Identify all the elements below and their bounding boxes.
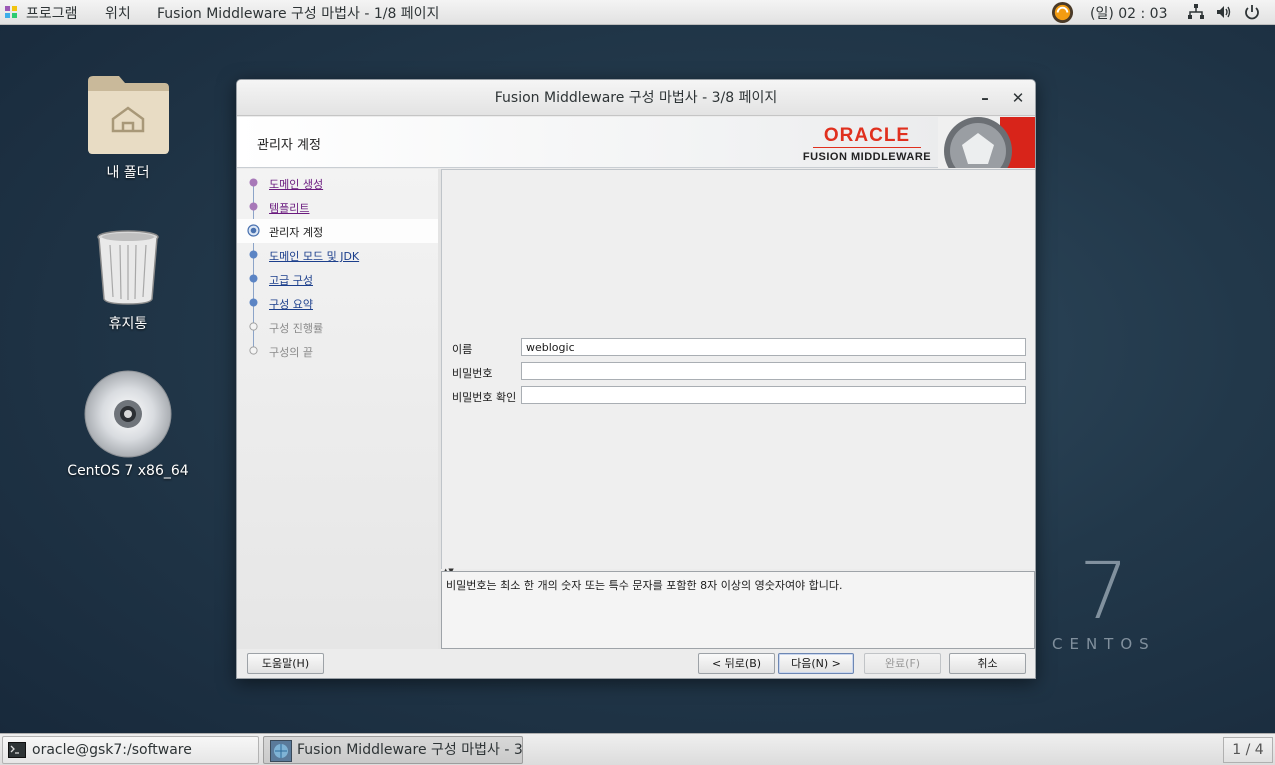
nav-step-label: 관리자 계정: [269, 226, 324, 239]
step-visited-icon: [249, 202, 258, 211]
close-button[interactable]: ✕: [1008, 88, 1028, 108]
desktop-icon-label: CentOS 7 x86_64: [67, 463, 189, 479]
power-icon[interactable]: [1243, 3, 1261, 21]
desktop-icon-label: 휴지통: [108, 316, 148, 332]
home-folder-icon: [88, 76, 169, 154]
nav-step-config-progress: 구성 진행률: [237, 315, 438, 339]
help-button[interactable]: 도움말(H): [247, 653, 324, 674]
wizard-step-nav: 도메인 생성 템플리트 관리자 계정 도메인 모드 및 JDK 고급 구성 구성…: [237, 169, 438, 649]
step-visited-icon: [249, 178, 258, 187]
message-pane: 비밀번호는 최소 한 개의 숫자 또는 특수 문자를 포함한 8자 이상의 영숫…: [441, 571, 1035, 649]
nav-step-config-summary[interactable]: 구성 요약: [237, 291, 438, 315]
nav-step-config-end: 구성의 끝: [237, 339, 438, 363]
places-menu[interactable]: 위치: [105, 3, 131, 23]
window-titlebar[interactable]: Fusion Middleware 구성 마법사 - 3/8 페이지 – ✕: [237, 80, 1035, 116]
taskbar-item-wizard[interactable]: Fusion Middleware 구성 마법사 - 3/…: [263, 736, 523, 764]
nav-step-admin-account[interactable]: 관리자 계정: [237, 219, 438, 243]
desktop-dvd[interactable]: CentOS 7 x86_64: [58, 368, 198, 483]
admin-account-form: 이름 비밀번호 비밀번호 확인: [441, 169, 1035, 569]
confirm-password-field[interactable]: [521, 386, 1026, 404]
desktop-icon-label: 내 폴더: [106, 165, 150, 181]
logo-rule: [813, 147, 921, 148]
bottom-taskbar: oracle@gsk7:/software Fusion Middleware …: [0, 733, 1275, 765]
active-window-title[interactable]: Fusion Middleware 구성 마법사 - 1/8 페이지: [157, 3, 439, 23]
top-panel: 프로그램 위치 Fusion Middleware 구성 마법사 - 1/8 페…: [0, 0, 1275, 25]
nav-step-domain-mode-jdk[interactable]: 도메인 모드 및 JDK: [237, 243, 438, 267]
taskbar-item-label: oracle@gsk7:/software: [32, 742, 192, 758]
config-wizard-window: Fusion Middleware 구성 마법사 - 3/8 페이지 – ✕ 관…: [236, 79, 1036, 679]
nav-step-domain-create[interactable]: 도메인 생성: [237, 171, 438, 195]
minimize-button[interactable]: –: [975, 88, 995, 108]
terminal-icon: [8, 742, 26, 758]
oracle-wordmark: ORACLE: [823, 125, 911, 146]
next-button[interactable]: 다음(N) >: [778, 653, 854, 674]
password-label: 비밀번호: [452, 367, 493, 380]
nav-step-label: 도메인 모드 및 JDK: [269, 250, 360, 263]
name-label: 이름: [452, 343, 473, 356]
nav-step-label: 고급 구성: [269, 274, 313, 287]
workspace-indicator[interactable]: 1 / 4: [1223, 737, 1273, 763]
network-icon[interactable]: [1187, 3, 1205, 21]
taskbar-item-label: Fusion Middleware 구성 마법사 - 3/…: [297, 742, 523, 758]
fusion-badge-icon: [938, 117, 1035, 168]
nav-step-templates[interactable]: 템플리트: [237, 195, 438, 219]
clock[interactable]: (일) 02 : 03: [1090, 3, 1168, 23]
watermark-word: CENTOS: [1052, 635, 1156, 653]
watermark-number: 7: [1079, 547, 1129, 637]
step-pending-icon: [249, 250, 258, 259]
cancel-button[interactable]: 취소: [949, 653, 1026, 674]
nav-step-advanced-config[interactable]: 고급 구성: [237, 267, 438, 291]
step-current-icon: [247, 224, 260, 237]
applications-menu[interactable]: 프로그램: [26, 3, 78, 23]
finish-button: 완료(F): [864, 653, 941, 674]
nav-step-label: 도메인 생성: [269, 178, 324, 191]
fusion-middleware-wordmark: FUSION MIDDLEWARE: [802, 151, 932, 163]
desktop-home-folder[interactable]: 내 폴더: [58, 70, 198, 181]
update-notifier-icon[interactable]: [1051, 1, 1074, 24]
java-app-icon: [270, 740, 292, 762]
wizard-header: 관리자 계정 ORACLE FUSION MIDDLEWARE: [237, 117, 1035, 168]
nav-step-label: 구성의 끝: [269, 346, 313, 359]
trash-icon: [97, 230, 159, 305]
nav-step-label: 구성 진행률: [269, 322, 324, 335]
taskbar-item-terminal[interactable]: oracle@gsk7:/software: [2, 736, 259, 764]
dvd-icon: [84, 370, 172, 458]
step-disabled-icon: [249, 322, 258, 331]
step-pending-icon: [249, 298, 258, 307]
desktop-trash[interactable]: 휴지통: [58, 225, 198, 335]
applications-menu-icon[interactable]: [4, 5, 18, 19]
confirm-password-label: 비밀번호 확인: [452, 391, 517, 404]
password-field[interactable]: [521, 362, 1026, 380]
volume-icon[interactable]: [1215, 3, 1233, 21]
nav-step-label: 구성 요약: [269, 298, 313, 311]
back-button[interactable]: < 뒤로(B): [698, 653, 775, 674]
window-title: Fusion Middleware 구성 마법사 - 3/8 페이지: [494, 90, 778, 106]
validation-message: 비밀번호는 최소 한 개의 숫자 또는 특수 문자를 포함한 8자 이상의 영숫…: [446, 579, 843, 592]
nav-step-label: 템플리트: [269, 202, 310, 215]
name-field[interactable]: [521, 338, 1026, 356]
oracle-fusion-middleware-logo: ORACLE FUSION MIDDLEWARE: [803, 117, 1035, 168]
step-disabled-icon: [249, 346, 258, 355]
step-pending-icon: [249, 274, 258, 283]
page-heading: 관리자 계정: [257, 138, 321, 153]
